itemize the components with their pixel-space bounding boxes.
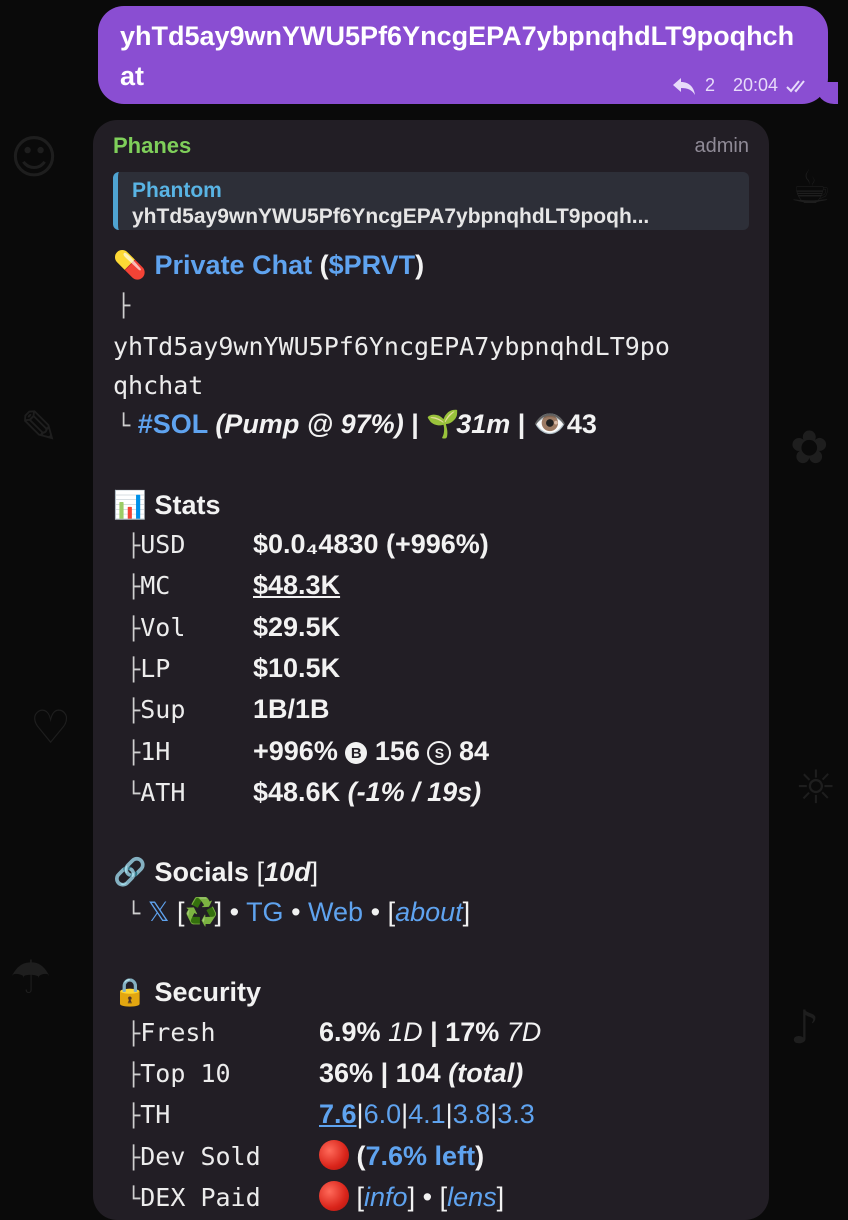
usd-price: $0.0₄4830 (+996%)	[253, 529, 489, 560]
dex-lens-link[interactable]: lens	[447, 1182, 497, 1212]
chain-info-row: └ #SOL (Pump @ 97%) | 🌱31m | 👁️43	[113, 405, 749, 446]
sender-role-badge: admin	[694, 134, 749, 157]
sender-row: Phanes admin	[113, 130, 749, 162]
outgoing-message-meta: 2 20:04	[671, 75, 812, 96]
top-holder-1-link[interactable]: 7.6	[319, 1099, 357, 1129]
double-check-icon	[786, 79, 805, 92]
security-row-top10: ├Top 10 36% | 104 (total)	[127, 1057, 524, 1088]
token-address-line-2[interactable]: qhchat	[113, 366, 749, 405]
hour-change: +996%	[253, 735, 338, 766]
security-heading: 🔒 Security	[113, 973, 749, 1012]
sell-count: 84	[458, 735, 489, 766]
link-icon: 🔗	[113, 857, 147, 889]
ticker-link[interactable]: $PRVT	[329, 250, 416, 280]
dev-holdings-link[interactable]: 7.6% left	[366, 1141, 476, 1171]
security-row-dev-sold: ├Dev Sold (7.6% left)	[127, 1139, 485, 1171]
address-branch: ├	[117, 294, 131, 320]
dex-info-link[interactable]: info	[364, 1182, 408, 1212]
security-row-th: ├TH 7.6|6.0|4.1|3.8|3.3	[127, 1099, 535, 1130]
fresh-1d: 6.9%	[319, 1016, 381, 1047]
telegram-link[interactable]: TG	[246, 897, 284, 927]
top-holder-5-link[interactable]: 3.3	[497, 1099, 535, 1129]
pump-percent: 97%	[340, 409, 395, 440]
security-list: ├Fresh 6.9% 1D | 17% 7D ├Top 10 36% | 10…	[113, 1013, 749, 1219]
stats-list: ├USD $0.0₄4830 (+996%) ├MC $48.3K ├Vol $…	[113, 525, 749, 814]
top10-percent: 36%	[319, 1057, 374, 1088]
stats-row-mc: ├MC $48.3K	[113, 566, 749, 607]
token-name-link[interactable]: Private Chat	[155, 250, 313, 280]
seedling-icon: 🌱	[426, 409, 460, 441]
stats-row-ath: └ATH $48.6K (-1% / 19s)	[127, 776, 482, 807]
market-cap-link[interactable]: $48.3K	[253, 566, 340, 605]
top-holder-2-link[interactable]: 6.0	[364, 1099, 402, 1129]
fresh-7d: 17%	[445, 1016, 500, 1047]
sender-name[interactable]: Phanes	[113, 133, 191, 159]
token-address-line-1[interactable]: yhTd5ay9wnYWU5Pf6YncgEPA7ybpnqhdLT9po	[113, 327, 749, 366]
ath-extra: (-1% / 19s)	[347, 776, 482, 807]
stats-row-lp: ├LP $10.5K	[113, 649, 749, 690]
socials-links-row: └ 𝕏 [♻️] • TG • Web • [about]	[113, 893, 749, 934]
holders-total: 104	[395, 1057, 441, 1088]
security-row-fresh: ├Fresh 6.9% 1D | 17% 7D	[127, 1016, 542, 1047]
sells-icon: S	[427, 741, 452, 766]
top-holder-3-link[interactable]: 4.1	[408, 1099, 446, 1129]
stats-row-1h: ├1H +996% B 156 S 84	[127, 735, 489, 766]
stats-row-usd: ├USD $0.0₄4830 (+996%)	[113, 525, 749, 566]
reply-quote-text: yhTd5ay9wnYWU5Pf6YncgEPA7ybpnqhdLT9poqh.…	[132, 205, 650, 228]
website-link[interactable]: Web	[308, 897, 363, 927]
supply-value: 1B/1B	[253, 694, 330, 725]
socials-heading: 🔗 Socials [10d]	[113, 853, 749, 892]
reply-quote[interactable]: Phantom yhTd5ay9wnYWU5Pf6YncgEPA7ybpnqhd…	[113, 172, 749, 230]
about-link[interactable]: about	[395, 897, 463, 927]
buy-count: 156	[374, 735, 420, 766]
pill-icon: 💊	[113, 250, 147, 281]
volume-value: $29.5K	[253, 611, 341, 642]
reply-count: 2	[704, 75, 715, 95]
red-circle-icon	[319, 1180, 349, 1211]
ath-value: $48.6K	[253, 776, 341, 807]
x-twitter-link[interactable]: 𝕏	[148, 897, 170, 928]
buys-icon: B	[345, 742, 368, 765]
token-header: 💊 Private Chat ($PRVT)	[113, 246, 749, 285]
outgoing-message-bubble[interactable]: yhTd5ay9wnYWU5Pf6YncgEPA7ybpnqhdLT9poqhc…	[98, 6, 838, 104]
token-age: 31m	[456, 409, 511, 440]
chain-hashtag[interactable]: #SOL	[138, 409, 208, 439]
incoming-message-bubble[interactable]: Phanes admin Phantom yhTd5ay9wnYWU5Pf6Yn…	[93, 120, 769, 1220]
stats-row-sup: ├Sup 1B/1B	[113, 690, 749, 731]
recycle-icon[interactable]: ♻️	[185, 893, 219, 932]
stats-row-vol: ├Vol $29.5K	[113, 608, 749, 649]
security-row-dex-paid: └DEX Paid [info] • [lens]	[127, 1180, 505, 1212]
bar-chart-icon: 📊	[113, 489, 147, 521]
red-circle-icon	[319, 1139, 349, 1170]
message-body: 💊 Private Chat ($PRVT) ├ yhTd5ay9wnYWU5P…	[113, 246, 749, 1219]
reply-arrow-icon	[672, 77, 695, 95]
socials-age: 10d	[264, 857, 311, 888]
view-count: 43	[566, 409, 597, 440]
liquidity-value: $10.5K	[253, 652, 341, 683]
top-holder-4-link[interactable]: 3.8	[453, 1099, 491, 1129]
lock-icon: 🔒	[113, 977, 147, 1009]
message-time: 20:04	[732, 75, 778, 95]
stats-heading: 📊 Stats	[113, 486, 749, 525]
eye-icon: 👁️	[533, 409, 567, 441]
reply-quote-author: Phantom	[132, 179, 222, 202]
